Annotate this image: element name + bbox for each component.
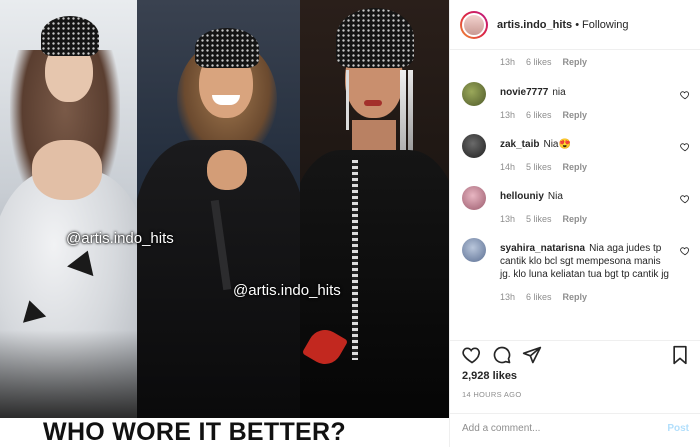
hand-shape	[207, 150, 247, 190]
comment-item: hellouniy Nia 13h 5 likes Reply	[462, 186, 692, 236]
comment-username[interactable]: novie7777	[500, 87, 548, 98]
comment-item: zak_taib Nia😍 14h 5 likes Reply	[462, 134, 692, 184]
comments-list[interactable]: 13h 6 likes Reply novie7777 nia 13h 6 lik…	[450, 50, 700, 340]
comment-text: Nia	[547, 191, 563, 202]
caption-bar: WHO WORE IT BETTER?	[0, 418, 449, 447]
likes-count[interactable]: 2,928 likes	[462, 370, 517, 382]
comment-meta: 13h 5 likes Reply	[500, 214, 672, 224]
post-caption: WHO WORE IT BETTER?	[43, 418, 346, 446]
photo-panel-middle	[137, 0, 300, 418]
post-timestamp: 14 HOURS AGO	[462, 390, 522, 399]
commenter-avatar[interactable]	[462, 134, 486, 158]
comment-item: novie7777 nia 13h 6 likes Reply	[462, 82, 692, 132]
comment-likes[interactable]: 6 likes	[526, 110, 552, 120]
heart-icon[interactable]	[680, 246, 690, 256]
comment-time: 13h	[500, 292, 516, 302]
add-comment-bar: Post	[450, 413, 700, 447]
heart-icon[interactable]	[680, 194, 690, 204]
headwrap-shape	[336, 8, 414, 68]
headwrap-shape	[41, 16, 99, 56]
comment-likes[interactable]: 5 likes	[526, 214, 552, 224]
heart-icon[interactable]	[462, 345, 482, 365]
reply-button[interactable]: Reply	[563, 57, 588, 67]
comment-time: 13h	[500, 57, 516, 67]
add-comment-input[interactable]	[462, 423, 652, 434]
reply-button[interactable]: Reply	[563, 292, 588, 302]
lips-shape	[364, 100, 382, 106]
commenter-avatar[interactable]	[462, 82, 486, 106]
separator-dot: •	[575, 18, 580, 31]
comment-text: Nia😍	[543, 139, 571, 150]
comment-likes[interactable]: 6 likes	[526, 57, 552, 67]
shoulder-shape	[32, 140, 102, 200]
header-username[interactable]: artis.indo_hits	[497, 19, 572, 31]
post-side-panel: artis.indo_hits • Following 13h 6 likes …	[449, 0, 700, 447]
comment-time: 13h	[500, 214, 516, 224]
shadow-shape	[0, 330, 137, 418]
share-icon[interactable]	[522, 345, 542, 365]
photo-panel-right	[300, 0, 449, 418]
heart-icon[interactable]	[680, 142, 690, 152]
comment-time: 13h	[500, 110, 516, 120]
following-button[interactable]: Following	[582, 19, 628, 31]
earring-shape	[346, 70, 349, 130]
comment-meta: 14h 5 likes Reply	[500, 162, 672, 172]
comment-username[interactable]: hellouniy	[500, 191, 544, 202]
headwrap-shape	[195, 28, 259, 68]
comment-time: 14h	[500, 162, 516, 172]
comment-meta: 13h 6 likes Reply	[500, 57, 587, 67]
comment-icon[interactable]	[492, 345, 512, 365]
bookmark-icon[interactable]	[670, 345, 690, 365]
comment-username[interactable]: zak_taib	[500, 139, 539, 150]
heart-icon[interactable]	[680, 90, 690, 100]
commenter-avatar[interactable]	[462, 238, 486, 262]
lapel-trim-shape	[352, 160, 358, 360]
comment-username[interactable]: syahira_natarisna	[500, 243, 585, 254]
photo-panel-left	[0, 0, 137, 418]
reply-button[interactable]: Reply	[563, 162, 588, 172]
comment-meta: 13h 6 likes Reply	[500, 292, 672, 302]
comment-meta: 13h 6 likes Reply	[500, 110, 672, 120]
reply-button[interactable]: Reply	[563, 110, 588, 120]
post-actions: 2,928 likes 14 HOURS AGO Post	[450, 340, 700, 446]
post-header: artis.indo_hits • Following	[450, 0, 700, 50]
comment-text: nia	[552, 87, 566, 98]
comment-item: syahira_natarisna Nia aga judes tp cantik…	[462, 238, 692, 338]
profile-avatar[interactable]	[460, 10, 488, 39]
comment-likes[interactable]: 6 likes	[526, 292, 552, 302]
watermark-text: @artis.indo_hits	[66, 230, 174, 247]
post-image[interactable]: @artis.indo_hits @artis.indo_hits WHO WO…	[0, 0, 449, 447]
reply-button[interactable]: Reply	[563, 214, 588, 224]
watermark-text: @artis.indo_hits	[233, 282, 341, 299]
post-comment-button[interactable]: Post	[667, 423, 689, 434]
commenter-avatar[interactable]	[462, 186, 486, 210]
comment-likes[interactable]: 5 likes	[526, 162, 552, 172]
